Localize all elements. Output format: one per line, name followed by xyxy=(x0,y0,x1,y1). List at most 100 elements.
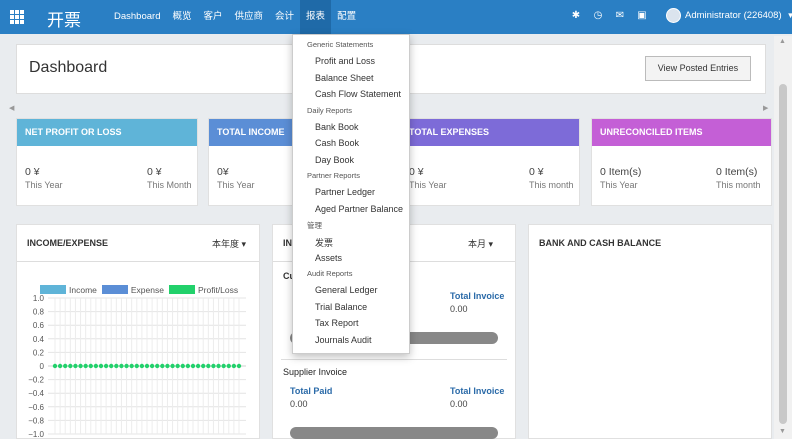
tile-label: This Year xyxy=(25,180,63,190)
panel-title: IN xyxy=(283,238,292,248)
tile-label: This Month xyxy=(147,180,192,190)
scrollbar-thumb[interactable] xyxy=(779,84,787,424)
profit-loss-point xyxy=(175,363,180,369)
dropdown-section-header: Daily Reports xyxy=(307,105,353,115)
reports-dropdown-menu: Generic Statements Profit and Loss Balance… xyxy=(292,34,410,354)
dropdown-section-header: Audit Reports xyxy=(307,269,353,278)
app-title[interactable]: 开票 xyxy=(47,6,81,31)
dropdown-item[interactable]: Aged Partner Balance xyxy=(315,204,403,214)
dropdown-item[interactable]: Trial Balance xyxy=(315,302,367,312)
scroll-down-icon[interactable]: ▼ xyxy=(779,428,786,435)
income-expense-chart: 1.0 0.8 0.6 0.4 0.2 0 −0.2 −0.4 −0.6 −0.8 −1.0 xyxy=(28,294,246,439)
profit-loss-point xyxy=(98,363,104,369)
panel-title: BANK AND CASH BALANCE xyxy=(539,238,662,248)
menu-overview[interactable]: 概览 xyxy=(166,0,197,34)
y-tick-label: 0.4 xyxy=(33,335,45,344)
period-select[interactable]: 本月 ▾ xyxy=(468,237,493,250)
profit-loss-point xyxy=(63,363,68,369)
menu-vendors[interactable]: 供应商 xyxy=(229,0,270,34)
tile-label: This Year xyxy=(409,180,447,190)
menu-accounting[interactable]: 会计 xyxy=(269,0,300,34)
chat-icon[interactable]: ✉ xyxy=(614,10,626,22)
dropdown-item[interactable]: Cash Book xyxy=(315,138,359,148)
profit-loss-point xyxy=(155,363,160,369)
tile-net-profit[interactable]: NET PROFIT OR LOSS 0 ¥ This Year 0 ¥ Thi… xyxy=(16,118,198,206)
menu-customers[interactable]: 客户 xyxy=(198,0,229,34)
tile-value: 0 ¥ xyxy=(25,166,40,178)
tile-label: This Year xyxy=(600,180,638,190)
dropdown-item[interactable]: Tax Report xyxy=(315,318,359,328)
profit-loss-point xyxy=(221,363,226,369)
profit-loss-point xyxy=(190,363,196,369)
profit-loss-point xyxy=(57,363,63,369)
tile-header: UNRECONCILED ITEMS xyxy=(592,119,771,146)
dropdown-item[interactable]: General Ledger xyxy=(315,285,378,295)
dropdown-item[interactable]: Balance Sheet xyxy=(315,73,374,83)
profit-loss-point xyxy=(185,363,191,369)
dropdown-item[interactable]: Cash Flow Statement xyxy=(315,89,401,99)
supplier-invoice-progress xyxy=(290,427,498,439)
dropdown-item[interactable]: Day Book xyxy=(315,155,354,165)
profit-loss-point xyxy=(103,363,109,369)
panel-title: INCOME/EXPENSE xyxy=(27,238,109,248)
tile-label: This Year xyxy=(217,180,255,190)
bank-cash-panel: BANK AND CASH BALANCE xyxy=(528,224,772,439)
tile-total-income[interactable]: TOTAL INCOME 0¥ This Year xyxy=(208,118,294,206)
y-tick-label: −0.4 xyxy=(28,389,44,398)
page-title: Dashboard xyxy=(29,59,108,76)
profit-loss-point xyxy=(114,363,119,369)
tile-unreconciled[interactable]: UNRECONCILED ITEMS 0 Item(s) This Year 0… xyxy=(591,118,772,206)
view-posted-entries-button[interactable]: View Posted Entries xyxy=(645,56,751,81)
total-paid-value: 0.00 xyxy=(290,399,308,409)
supplier-total-invoice-value: 0.00 xyxy=(450,399,468,409)
dropdown-item[interactable]: Partner Ledger xyxy=(315,187,375,197)
scroll-left-icon[interactable]: ◀ xyxy=(9,104,14,112)
dropdown-section-header: 管理 xyxy=(307,221,322,230)
profit-loss-point xyxy=(78,363,83,369)
panel-divider xyxy=(17,261,259,262)
gift-icon[interactable]: ▣ xyxy=(636,10,648,22)
tile-value: 0 ¥ xyxy=(409,166,424,178)
tile-value: 0¥ xyxy=(217,166,229,178)
user-menu[interactable]: Administrator (226408) ▼ xyxy=(666,8,792,23)
profit-loss-point xyxy=(236,363,242,369)
dropdown-section-header: Generic Statements xyxy=(307,40,374,49)
profit-loss-point xyxy=(201,363,206,369)
tile-value: 0 Item(s) xyxy=(716,166,758,178)
profit-loss-point xyxy=(83,363,88,369)
panel-divider xyxy=(281,359,507,360)
profit-loss-point xyxy=(119,363,124,369)
menu-dashboard[interactable]: Dashboard xyxy=(108,0,166,34)
scroll-right-icon[interactable]: ▶ xyxy=(763,104,768,112)
menu-configuration[interactable]: 配置 xyxy=(331,0,362,34)
y-tick-label: 0.2 xyxy=(33,348,45,357)
y-tick-label: −0.8 xyxy=(28,416,44,425)
dropdown-item[interactable]: Journals Audit xyxy=(315,335,372,345)
dropdown-item[interactable]: Assets xyxy=(315,253,342,263)
tile-total-expenses[interactable]: TOTAL EXPENSES 0 ¥ This Year 0 ¥ This mo… xyxy=(400,118,580,206)
tile-label: This month xyxy=(529,180,574,190)
profit-loss-point xyxy=(211,363,216,369)
profit-loss-point xyxy=(52,363,58,369)
dropdown-item[interactable]: Bank Book xyxy=(315,122,359,132)
menu-reports[interactable]: 报表 xyxy=(300,0,332,34)
y-tick-label: −0.6 xyxy=(28,403,44,412)
y-tick-label: 1.0 xyxy=(33,294,45,303)
tile-value: 0 ¥ xyxy=(147,166,162,178)
dropdown-item[interactable]: Profit and Loss xyxy=(315,56,375,66)
period-select[interactable]: 本年度 ▾ xyxy=(212,237,246,250)
profit-loss-point xyxy=(149,363,155,369)
profit-loss-point xyxy=(180,363,185,369)
vertical-scrollbar[interactable]: ▲ ▼ xyxy=(774,36,792,439)
scroll-up-icon[interactable]: ▲ xyxy=(779,38,786,45)
profit-loss-point xyxy=(88,363,93,369)
dropdown-section-header: Partner Reports xyxy=(307,171,360,180)
profit-loss-point xyxy=(139,363,145,369)
apps-grid-icon[interactable] xyxy=(10,10,24,24)
profit-loss-point xyxy=(206,363,211,369)
dropdown-item[interactable]: 发票 xyxy=(315,236,333,249)
profit-loss-point xyxy=(160,363,165,369)
supplier-invoice-title: Supplier Invoice xyxy=(283,367,348,377)
clock-icon[interactable]: ◷ xyxy=(592,10,604,22)
bug-icon[interactable]: ✱ xyxy=(570,10,582,22)
